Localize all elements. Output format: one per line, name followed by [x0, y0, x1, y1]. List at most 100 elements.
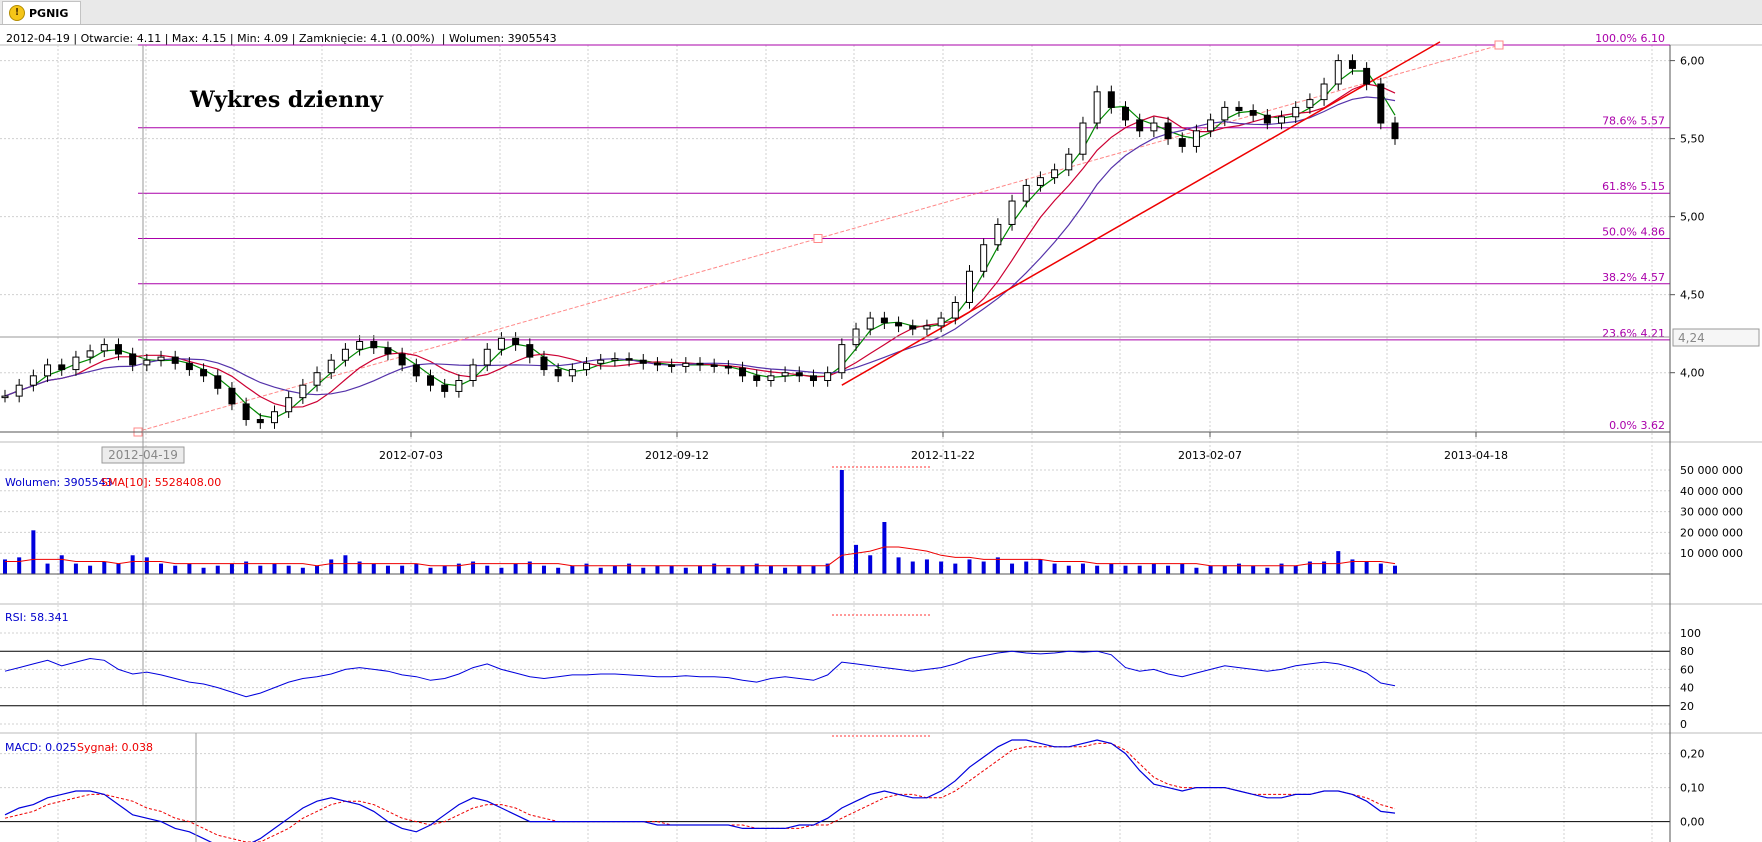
candle-body	[1008, 200, 1016, 225]
candle-body	[1036, 177, 1044, 186]
candle-body	[1278, 116, 1286, 124]
candle-body	[341, 348, 349, 361]
candle-body	[653, 362, 661, 366]
price-y-tick-label: 4,00	[1680, 367, 1705, 380]
candle-body	[1391, 122, 1399, 140]
volume-bar	[1137, 565, 1142, 574]
candle-body	[1207, 119, 1215, 132]
candle-body	[951, 301, 959, 319]
volume-y-tick-label: 30 000 000	[1680, 506, 1743, 519]
fibonacci-level-label: 100.0% 6.10	[1595, 32, 1665, 45]
candle-body	[696, 362, 704, 366]
candle-body	[554, 369, 562, 377]
rsi-y-tick-label: 20	[1680, 700, 1694, 713]
candle-body	[100, 344, 108, 352]
candle-body	[242, 403, 250, 421]
candle-body	[469, 364, 477, 382]
candle-body	[1306, 99, 1314, 108]
volume-bar	[1208, 565, 1213, 574]
candle-body	[909, 325, 917, 330]
volume-y-tick-label: 40 000 000	[1680, 485, 1743, 498]
volume-bar	[499, 567, 504, 574]
candle-body	[214, 375, 222, 389]
volume-bar	[924, 559, 929, 574]
price-x-tick-label: 2013-02-07	[1178, 449, 1242, 462]
candle-body	[895, 322, 903, 327]
volume-bar	[1393, 565, 1397, 574]
candle-body	[1164, 122, 1172, 140]
candle-body	[1051, 169, 1059, 179]
candle-body	[1221, 106, 1229, 121]
candle-body	[795, 372, 803, 377]
volume-bar	[385, 565, 390, 574]
rsi-y-tick-label: 80	[1680, 645, 1694, 658]
price-y-tick-label: 5,50	[1680, 133, 1705, 146]
volume-bar	[896, 557, 901, 574]
volume-bar	[882, 522, 887, 574]
volume-label: Wolumen: 3905543	[5, 476, 113, 489]
candle-body	[1348, 60, 1356, 69]
volume-bar	[215, 565, 220, 574]
candle-body	[1107, 91, 1115, 108]
volume-bar	[513, 563, 518, 574]
candle-body	[1136, 119, 1144, 132]
candle-body	[327, 359, 335, 374]
volume-bar	[839, 470, 844, 574]
candle-body	[228, 387, 236, 405]
chart-canvas[interactable]: 100.0% 6.10 78.6% 5.57 61.8% 5.15 50.0% 4.8…	[0, 0, 1762, 842]
candle-body	[781, 372, 789, 377]
volume-bar	[768, 565, 773, 574]
sma-long-line	[4, 96, 1396, 397]
rsi-y-tick-label: 60	[1680, 663, 1694, 676]
candle-body	[1178, 138, 1186, 147]
volume-bar	[556, 567, 561, 574]
volume-bar	[258, 565, 263, 574]
price-x-tick-label: 2012-07-03	[379, 449, 443, 462]
volume-bar	[315, 565, 320, 574]
volume-bar	[1066, 565, 1071, 574]
macd-line	[4, 739, 1396, 842]
candle-body	[1320, 83, 1328, 101]
fibonacci-handle[interactable]	[813, 234, 823, 243]
volume-sma-line	[5, 546, 1396, 567]
candle-body	[724, 365, 732, 369]
candle-body	[923, 325, 931, 330]
volume-bar	[1336, 551, 1341, 574]
volume-bar	[1123, 565, 1128, 574]
volume-bar	[1109, 563, 1114, 574]
volume-bar	[1222, 565, 1227, 574]
fibonacci-handle[interactable]	[1494, 40, 1504, 50]
volume-bar	[116, 563, 121, 574]
rsi-y-tick-label: 0	[1680, 718, 1687, 731]
volume-bar	[329, 559, 334, 574]
candle-body	[370, 340, 378, 349]
volume-bar	[371, 563, 376, 574]
price-y-tick-label: 4,50	[1680, 289, 1705, 302]
volume-bar	[229, 563, 234, 574]
candle-body	[185, 362, 193, 371]
volume-sma-label: SMA[10]: 5528408.00	[101, 476, 221, 489]
candle-body	[824, 372, 832, 382]
candle-body	[965, 270, 973, 303]
candle-body	[880, 317, 888, 324]
volume-bar	[967, 559, 972, 574]
candle-body	[497, 337, 505, 350]
candle-body	[58, 364, 66, 371]
candle-body	[483, 348, 491, 366]
fibonacci-level-label: 0.0% 3.62	[1609, 419, 1665, 432]
candle-body	[583, 362, 591, 371]
price-x-tick-label: 2012-11-22	[911, 449, 975, 462]
candle-body	[1292, 106, 1300, 118]
volume-bar	[1180, 563, 1185, 574]
candle-body	[1093, 91, 1101, 124]
volume-bar	[1151, 563, 1156, 574]
candle-body	[1192, 130, 1200, 147]
volume-bar	[485, 565, 490, 574]
candle-body	[143, 359, 151, 366]
volume-bar	[17, 557, 22, 574]
price-y-tick-label: 5,00	[1680, 211, 1705, 224]
volume-bar	[953, 563, 958, 574]
volume-bar	[1378, 563, 1383, 574]
volume-bar	[669, 565, 674, 574]
last-price-label: 4,24	[1678, 331, 1705, 345]
